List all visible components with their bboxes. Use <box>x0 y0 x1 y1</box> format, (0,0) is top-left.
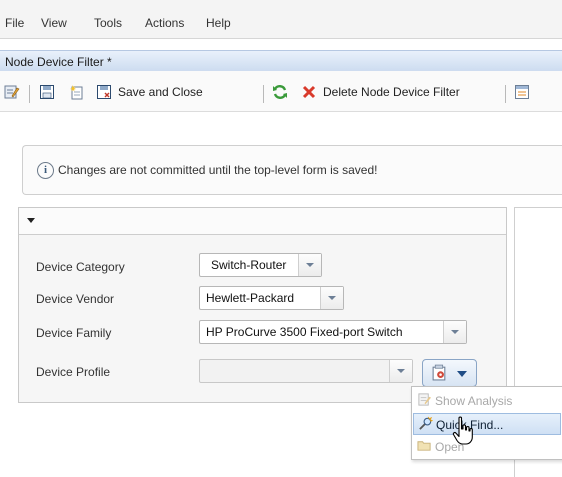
device-vendor-value: Hewlett-Packard <box>206 291 295 305</box>
device-category-select[interactable]: Switch-Router <box>199 253 322 277</box>
device-vendor-label: Device Vendor <box>36 292 115 306</box>
save-icon[interactable] <box>39 83 55 101</box>
toolbar-separator <box>29 85 30 103</box>
menu-actions[interactable]: Actions <box>145 16 184 30</box>
toolbar-separator <box>263 85 264 103</box>
new-icon[interactable] <box>69 83 85 101</box>
menu-tools[interactable]: Tools <box>94 16 122 30</box>
analysis-icon <box>418 393 432 406</box>
menu-help[interactable]: Help <box>206 16 231 30</box>
device-profile-select[interactable] <box>199 359 413 383</box>
form-title-bar: Node Device Filter * <box>0 50 562 72</box>
export-icon[interactable] <box>514 83 530 101</box>
collapse-icon[interactable] <box>27 218 35 223</box>
menu-bar: File View Tools Actions Help <box>0 0 562 39</box>
chevron-down-icon[interactable] <box>443 321 466 343</box>
save-and-close-button[interactable]: Save and Close <box>96 83 203 101</box>
panel-header <box>19 208 506 235</box>
edit-icon[interactable] <box>4 83 20 101</box>
info-message-text: Changes are not committed until the top-… <box>58 163 378 177</box>
device-family-label: Device Family <box>36 326 112 340</box>
chevron-down-icon <box>457 371 467 377</box>
profile-actions-button[interactable] <box>422 359 477 387</box>
chevron-down-icon[interactable] <box>298 254 321 276</box>
chevron-down-icon[interactable] <box>320 287 343 309</box>
toolbar-separator <box>505 85 506 103</box>
menu-item-show-analysis[interactable]: Show Analysis <box>413 390 561 410</box>
delete-icon <box>302 85 316 99</box>
menu-file[interactable]: File <box>5 16 24 30</box>
device-category-label: Device Category <box>36 260 125 274</box>
form-toolbar: Save and Close Delete Node Device Filter <box>0 71 562 112</box>
object-actions-icon <box>432 364 446 381</box>
actions-dropdown-menu: Show Analysis Quick Find... Open <box>411 386 562 460</box>
chevron-down-icon[interactable] <box>389 360 412 382</box>
delete-node-device-filter-button[interactable]: Delete Node Device Filter <box>301 83 460 101</box>
device-vendor-select[interactable]: Hewlett-Packard <box>199 286 344 310</box>
device-family-value: HP ProCurve 3500 Fixed-port Switch <box>206 325 403 339</box>
delete-filter-label: Delete Node Device Filter <box>323 85 460 99</box>
folder-icon <box>417 441 431 451</box>
device-category-value: Switch-Router <box>211 258 287 272</box>
filter-panel: Device Category Switch-Router Device Ven… <box>18 207 507 403</box>
menu-item-open[interactable]: Open <box>413 436 561 456</box>
info-message-box: i Changes are not committed until the to… <box>22 145 562 195</box>
form-title: Node Device Filter * <box>5 55 112 69</box>
save-and-close-label: Save and Close <box>118 85 203 99</box>
quick-find-icon <box>419 416 433 430</box>
device-family-select[interactable]: HP ProCurve 3500 Fixed-port Switch <box>199 320 467 344</box>
refresh-icon[interactable] <box>272 83 288 101</box>
show-analysis-label: Show Analysis <box>435 394 513 408</box>
hand-cursor-icon <box>452 416 473 445</box>
device-profile-label: Device Profile <box>36 365 111 379</box>
info-icon: i <box>37 162 54 179</box>
menu-item-quick-find[interactable]: Quick Find... <box>413 413 561 435</box>
menu-view[interactable]: View <box>41 16 67 30</box>
